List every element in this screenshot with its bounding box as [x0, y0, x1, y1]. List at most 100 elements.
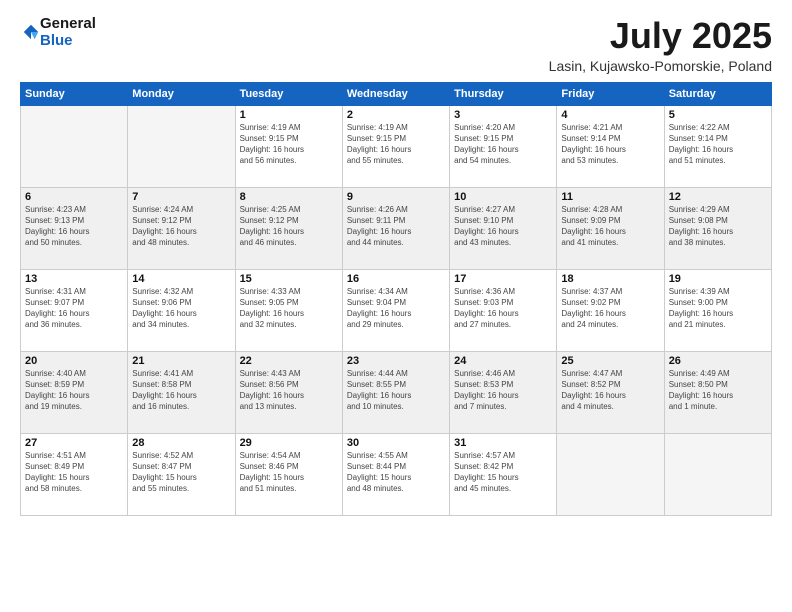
- day-number: 14: [132, 273, 230, 285]
- day-detail: Sunrise: 4:57 AM Sunset: 8:42 PM Dayligh…: [454, 450, 552, 495]
- day-detail: Sunrise: 4:19 AM Sunset: 9:15 PM Dayligh…: [347, 122, 445, 167]
- day-number: 7: [132, 191, 230, 203]
- day-number: 17: [454, 273, 552, 285]
- location: Lasin, Kujawsko-Pomorskie, Poland: [549, 58, 772, 74]
- col-tuesday: Tuesday: [235, 82, 342, 105]
- col-saturday: Saturday: [664, 82, 771, 105]
- day-detail: Sunrise: 4:49 AM Sunset: 8:50 PM Dayligh…: [669, 368, 767, 413]
- table-row: 9Sunrise: 4:26 AM Sunset: 9:11 PM Daylig…: [342, 187, 449, 269]
- calendar-week-row: 27Sunrise: 4:51 AM Sunset: 8:49 PM Dayli…: [21, 433, 772, 515]
- day-detail: Sunrise: 4:27 AM Sunset: 9:10 PM Dayligh…: [454, 204, 552, 249]
- calendar-week-row: 13Sunrise: 4:31 AM Sunset: 9:07 PM Dayli…: [21, 269, 772, 351]
- calendar: Sunday Monday Tuesday Wednesday Thursday…: [20, 82, 772, 516]
- col-friday: Friday: [557, 82, 664, 105]
- day-number: 15: [240, 273, 338, 285]
- day-number: 21: [132, 355, 230, 367]
- day-detail: Sunrise: 4:44 AM Sunset: 8:55 PM Dayligh…: [347, 368, 445, 413]
- day-number: 13: [25, 273, 123, 285]
- day-number: 24: [454, 355, 552, 367]
- day-detail: Sunrise: 4:26 AM Sunset: 9:11 PM Dayligh…: [347, 204, 445, 249]
- day-number: 27: [25, 437, 123, 449]
- day-number: 11: [561, 191, 659, 203]
- title-block: July 2025 Lasin, Kujawsko-Pomorskie, Pol…: [549, 16, 772, 74]
- day-number: 23: [347, 355, 445, 367]
- col-wednesday: Wednesday: [342, 82, 449, 105]
- day-number: 9: [347, 191, 445, 203]
- table-row: 8Sunrise: 4:25 AM Sunset: 9:12 PM Daylig…: [235, 187, 342, 269]
- day-number: 12: [669, 191, 767, 203]
- day-detail: Sunrise: 4:55 AM Sunset: 8:44 PM Dayligh…: [347, 450, 445, 495]
- table-row: 18Sunrise: 4:37 AM Sunset: 9:02 PM Dayli…: [557, 269, 664, 351]
- table-row: 29Sunrise: 4:54 AM Sunset: 8:46 PM Dayli…: [235, 433, 342, 515]
- table-row: 23Sunrise: 4:44 AM Sunset: 8:55 PM Dayli…: [342, 351, 449, 433]
- day-detail: Sunrise: 4:34 AM Sunset: 9:04 PM Dayligh…: [347, 286, 445, 331]
- day-number: 31: [454, 437, 552, 449]
- table-row: 3Sunrise: 4:20 AM Sunset: 9:15 PM Daylig…: [450, 105, 557, 187]
- col-thursday: Thursday: [450, 82, 557, 105]
- calendar-week-row: 1Sunrise: 4:19 AM Sunset: 9:15 PM Daylig…: [21, 105, 772, 187]
- day-detail: Sunrise: 4:36 AM Sunset: 9:03 PM Dayligh…: [454, 286, 552, 331]
- table-row: 4Sunrise: 4:21 AM Sunset: 9:14 PM Daylig…: [557, 105, 664, 187]
- logo-general: General: [40, 16, 96, 33]
- day-detail: Sunrise: 4:52 AM Sunset: 8:47 PM Dayligh…: [132, 450, 230, 495]
- header-row: Sunday Monday Tuesday Wednesday Thursday…: [21, 82, 772, 105]
- table-row: 15Sunrise: 4:33 AM Sunset: 9:05 PM Dayli…: [235, 269, 342, 351]
- day-detail: Sunrise: 4:40 AM Sunset: 8:59 PM Dayligh…: [25, 368, 123, 413]
- day-number: 19: [669, 273, 767, 285]
- day-detail: Sunrise: 4:39 AM Sunset: 9:00 PM Dayligh…: [669, 286, 767, 331]
- day-number: 8: [240, 191, 338, 203]
- logo: General Blue: [20, 16, 96, 49]
- table-row: 13Sunrise: 4:31 AM Sunset: 9:07 PM Dayli…: [21, 269, 128, 351]
- day-number: 25: [561, 355, 659, 367]
- table-row: 30Sunrise: 4:55 AM Sunset: 8:44 PM Dayli…: [342, 433, 449, 515]
- day-detail: Sunrise: 4:25 AM Sunset: 9:12 PM Dayligh…: [240, 204, 338, 249]
- day-number: 2: [347, 109, 445, 121]
- day-number: 10: [454, 191, 552, 203]
- day-detail: Sunrise: 4:23 AM Sunset: 9:13 PM Dayligh…: [25, 204, 123, 249]
- day-number: 26: [669, 355, 767, 367]
- table-row: 20Sunrise: 4:40 AM Sunset: 8:59 PM Dayli…: [21, 351, 128, 433]
- table-row: 16Sunrise: 4:34 AM Sunset: 9:04 PM Dayli…: [342, 269, 449, 351]
- day-number: 30: [347, 437, 445, 449]
- day-detail: Sunrise: 4:21 AM Sunset: 9:14 PM Dayligh…: [561, 122, 659, 167]
- day-detail: Sunrise: 4:32 AM Sunset: 9:06 PM Dayligh…: [132, 286, 230, 331]
- day-number: 20: [25, 355, 123, 367]
- col-sunday: Sunday: [21, 82, 128, 105]
- day-number: 22: [240, 355, 338, 367]
- table-row: 31Sunrise: 4:57 AM Sunset: 8:42 PM Dayli…: [450, 433, 557, 515]
- table-row: 2Sunrise: 4:19 AM Sunset: 9:15 PM Daylig…: [342, 105, 449, 187]
- logo-icon: [22, 23, 40, 41]
- table-row: [557, 433, 664, 515]
- day-number: 28: [132, 437, 230, 449]
- header: General Blue July 2025 Lasin, Kujawsko-P…: [20, 16, 772, 74]
- day-number: 4: [561, 109, 659, 121]
- table-row: 17Sunrise: 4:36 AM Sunset: 9:03 PM Dayli…: [450, 269, 557, 351]
- calendar-week-row: 6Sunrise: 4:23 AM Sunset: 9:13 PM Daylig…: [21, 187, 772, 269]
- day-detail: Sunrise: 4:54 AM Sunset: 8:46 PM Dayligh…: [240, 450, 338, 495]
- day-detail: Sunrise: 4:47 AM Sunset: 8:52 PM Dayligh…: [561, 368, 659, 413]
- day-detail: Sunrise: 4:37 AM Sunset: 9:02 PM Dayligh…: [561, 286, 659, 331]
- day-number: 3: [454, 109, 552, 121]
- table-row: 6Sunrise: 4:23 AM Sunset: 9:13 PM Daylig…: [21, 187, 128, 269]
- day-detail: Sunrise: 4:28 AM Sunset: 9:09 PM Dayligh…: [561, 204, 659, 249]
- day-detail: Sunrise: 4:46 AM Sunset: 8:53 PM Dayligh…: [454, 368, 552, 413]
- month-title: July 2025: [549, 16, 772, 56]
- table-row: 11Sunrise: 4:28 AM Sunset: 9:09 PM Dayli…: [557, 187, 664, 269]
- table-row: [21, 105, 128, 187]
- table-row: 7Sunrise: 4:24 AM Sunset: 9:12 PM Daylig…: [128, 187, 235, 269]
- table-row: 28Sunrise: 4:52 AM Sunset: 8:47 PM Dayli…: [128, 433, 235, 515]
- table-row: 14Sunrise: 4:32 AM Sunset: 9:06 PM Dayli…: [128, 269, 235, 351]
- day-number: 1: [240, 109, 338, 121]
- day-detail: Sunrise: 4:43 AM Sunset: 8:56 PM Dayligh…: [240, 368, 338, 413]
- table-row: 5Sunrise: 4:22 AM Sunset: 9:14 PM Daylig…: [664, 105, 771, 187]
- day-detail: Sunrise: 4:51 AM Sunset: 8:49 PM Dayligh…: [25, 450, 123, 495]
- logo-blue: Blue: [40, 33, 96, 50]
- day-detail: Sunrise: 4:22 AM Sunset: 9:14 PM Dayligh…: [669, 122, 767, 167]
- table-row: 27Sunrise: 4:51 AM Sunset: 8:49 PM Dayli…: [21, 433, 128, 515]
- calendar-week-row: 20Sunrise: 4:40 AM Sunset: 8:59 PM Dayli…: [21, 351, 772, 433]
- day-detail: Sunrise: 4:31 AM Sunset: 9:07 PM Dayligh…: [25, 286, 123, 331]
- table-row: [664, 433, 771, 515]
- table-row: 24Sunrise: 4:46 AM Sunset: 8:53 PM Dayli…: [450, 351, 557, 433]
- day-detail: Sunrise: 4:19 AM Sunset: 9:15 PM Dayligh…: [240, 122, 338, 167]
- day-number: 16: [347, 273, 445, 285]
